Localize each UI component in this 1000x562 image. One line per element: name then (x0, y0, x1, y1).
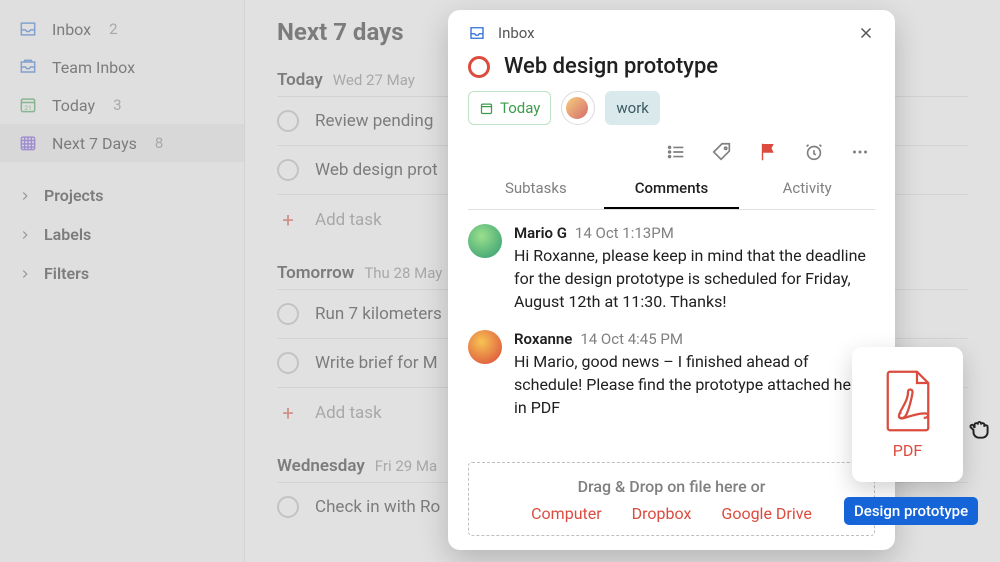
dragged-file-name-badge: Design prototype (844, 497, 978, 525)
reminder-icon[interactable] (803, 141, 825, 163)
file-type-label: PDF (893, 441, 922, 460)
task-detail-title[interactable]: Web design prototype (504, 54, 718, 79)
assignee-chip[interactable] (561, 91, 595, 125)
calendar-icon (479, 101, 494, 116)
upload-dropbox-link[interactable]: Dropbox (632, 504, 692, 523)
tab-comments[interactable]: Comments (604, 169, 740, 209)
task-complete-ring[interactable] (468, 56, 490, 78)
avatar[interactable] (468, 330, 502, 364)
avatar (566, 97, 588, 119)
due-date-chip[interactable]: Today (468, 91, 551, 125)
attachment-dropzone[interactable]: Drag & Drop on file here or Computer Dro… (468, 462, 875, 536)
comment: Roxanne 14 Oct 4:45 PM Hi Mario, good new… (468, 330, 875, 420)
task-detail-modal: Inbox Web design prototype Today work Su… (448, 10, 895, 550)
due-date-label: Today (500, 99, 540, 117)
comment-author: Roxanne (514, 330, 572, 348)
comment-timestamp: 14 Oct 1:13PM (575, 224, 674, 242)
comments-panel: Mario G 14 Oct 1:13PM Hi Roxanne, please … (448, 210, 895, 456)
tab-activity[interactable]: Activity (739, 169, 875, 209)
comment-body: Hi Roxanne, please keep in mind that the… (514, 244, 875, 314)
label-chip[interactable]: work (605, 91, 660, 125)
comment-timestamp: 14 Oct 4:45 PM (580, 330, 683, 348)
detail-tabs: Subtasks Comments Activity (468, 169, 875, 210)
inbox-icon (468, 24, 486, 42)
list-icon[interactable] (665, 141, 687, 163)
grab-cursor-icon (967, 416, 993, 442)
pdf-file-icon (881, 369, 935, 433)
tag-icon[interactable] (711, 141, 733, 163)
upload-computer-link[interactable]: Computer (531, 504, 602, 523)
close-icon[interactable] (857, 24, 875, 42)
more-icon[interactable] (849, 141, 871, 163)
dragged-file-preview[interactable]: PDF (852, 347, 963, 482)
dropzone-title: Drag & Drop on file here or (479, 477, 864, 496)
comment-body: Hi Mario, good news – I finished ahead o… (514, 350, 875, 420)
comment-author: Mario G (514, 224, 567, 242)
flag-icon[interactable] (757, 141, 779, 163)
tab-subtasks[interactable]: Subtasks (468, 169, 604, 209)
label-chip-text: work (616, 99, 649, 117)
avatar[interactable] (468, 224, 502, 258)
comment: Mario G 14 Oct 1:13PM Hi Roxanne, please … (468, 224, 875, 314)
upload-googledrive-link[interactable]: Google Drive (721, 504, 811, 523)
breadcrumb[interactable]: Inbox (498, 24, 535, 42)
